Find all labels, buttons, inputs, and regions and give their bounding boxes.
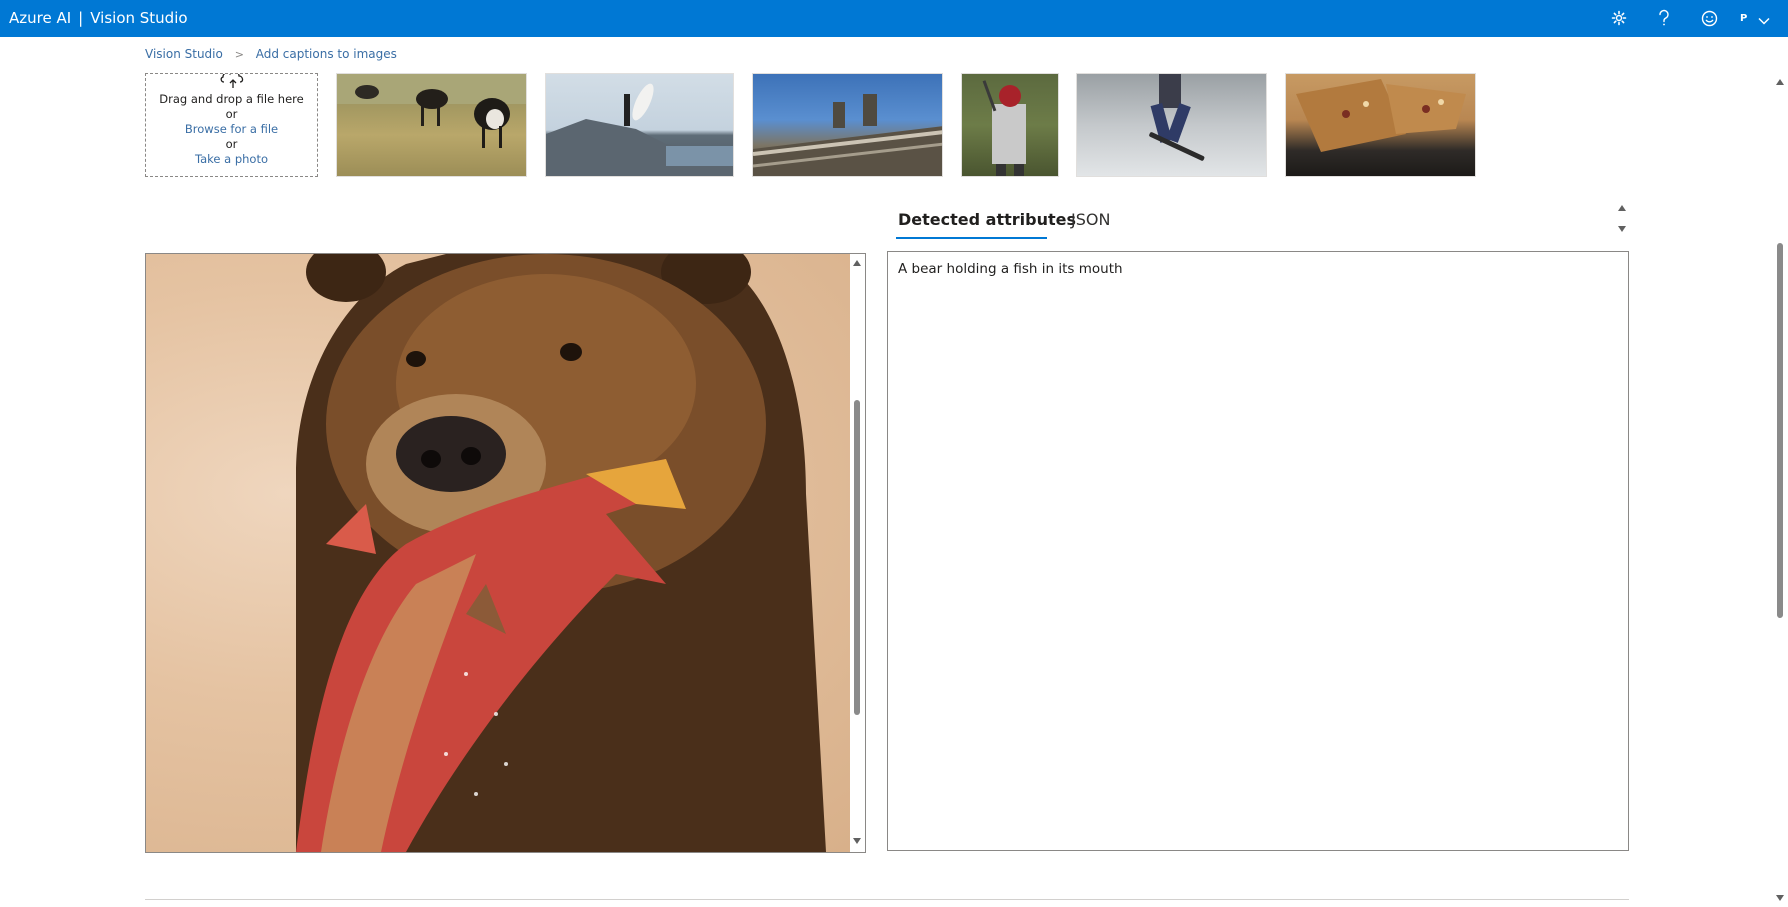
- browse-file-link[interactable]: Browse for a file: [146, 122, 317, 137]
- scroll-up-arrow-icon[interactable]: [1776, 79, 1784, 85]
- scroll-up-arrow-icon[interactable]: [1618, 205, 1626, 211]
- image-preview: [145, 253, 866, 853]
- brand[interactable]: Azure AI | Vision Studio: [9, 0, 188, 37]
- scroll-down-arrow-icon[interactable]: [853, 838, 861, 844]
- brand-separator: |: [78, 9, 84, 27]
- upload-dropzone[interactable]: Drag and drop a file here or Browse for …: [145, 73, 318, 177]
- or-text: or: [225, 107, 238, 121]
- top-bar: Azure AI | Vision Studio P: [0, 0, 1788, 37]
- scroll-down-arrow-icon[interactable]: [1776, 895, 1784, 901]
- sample-image-surfer[interactable]: [545, 73, 734, 177]
- or-text: or: [225, 137, 238, 151]
- chevron-right-icon: >: [234, 48, 244, 61]
- breadcrumb-add-captions[interactable]: Add captions to images: [256, 47, 397, 61]
- tab-json[interactable]: JSON: [1071, 210, 1110, 229]
- tab-detected-attributes[interactable]: Detected attributes: [898, 210, 1076, 229]
- breadcrumb-vision-studio[interactable]: Vision Studio: [145, 47, 223, 61]
- caption-result: A bear holding a fish in its mouth: [898, 261, 1123, 277]
- scrollbar-thumb[interactable]: [854, 400, 860, 715]
- active-tab-indicator: [896, 237, 1047, 239]
- gear-icon[interactable]: [1608, 0, 1630, 37]
- scrollbar-thumb[interactable]: [1777, 243, 1783, 618]
- product-name: Azure AI: [9, 9, 72, 27]
- chevron-down-icon[interactable]: [1758, 12, 1770, 31]
- avatar[interactable]: P: [1740, 0, 1747, 37]
- scroll-up-arrow-icon[interactable]: [853, 260, 861, 266]
- scroll-down-arrow-icon[interactable]: [1618, 226, 1626, 232]
- feedback-smiley-icon[interactable]: [1698, 0, 1720, 37]
- image-scrollbar[interactable]: [850, 254, 865, 852]
- app-name: Vision Studio: [90, 9, 188, 27]
- breadcrumb: Vision Studio > Add captions to images: [145, 47, 397, 61]
- help-icon[interactable]: [1653, 0, 1675, 37]
- sample-image-skateboarder[interactable]: [1076, 73, 1267, 177]
- sample-image-sandwich[interactable]: [1285, 73, 1476, 177]
- take-photo-link[interactable]: Take a photo: [146, 152, 317, 167]
- sample-image-cows[interactable]: [336, 73, 527, 177]
- detected-attributes-panel: A bear holding a fish in its mouth: [887, 251, 1629, 851]
- bear-with-fish-image: [146, 254, 850, 852]
- sample-image-statues[interactable]: [752, 73, 943, 177]
- divider: [145, 899, 1629, 900]
- drag-drop-text: Drag and drop a file here: [159, 92, 304, 106]
- sample-image-baseball[interactable]: [961, 73, 1059, 177]
- page-scrollbar[interactable]: [1772, 73, 1788, 907]
